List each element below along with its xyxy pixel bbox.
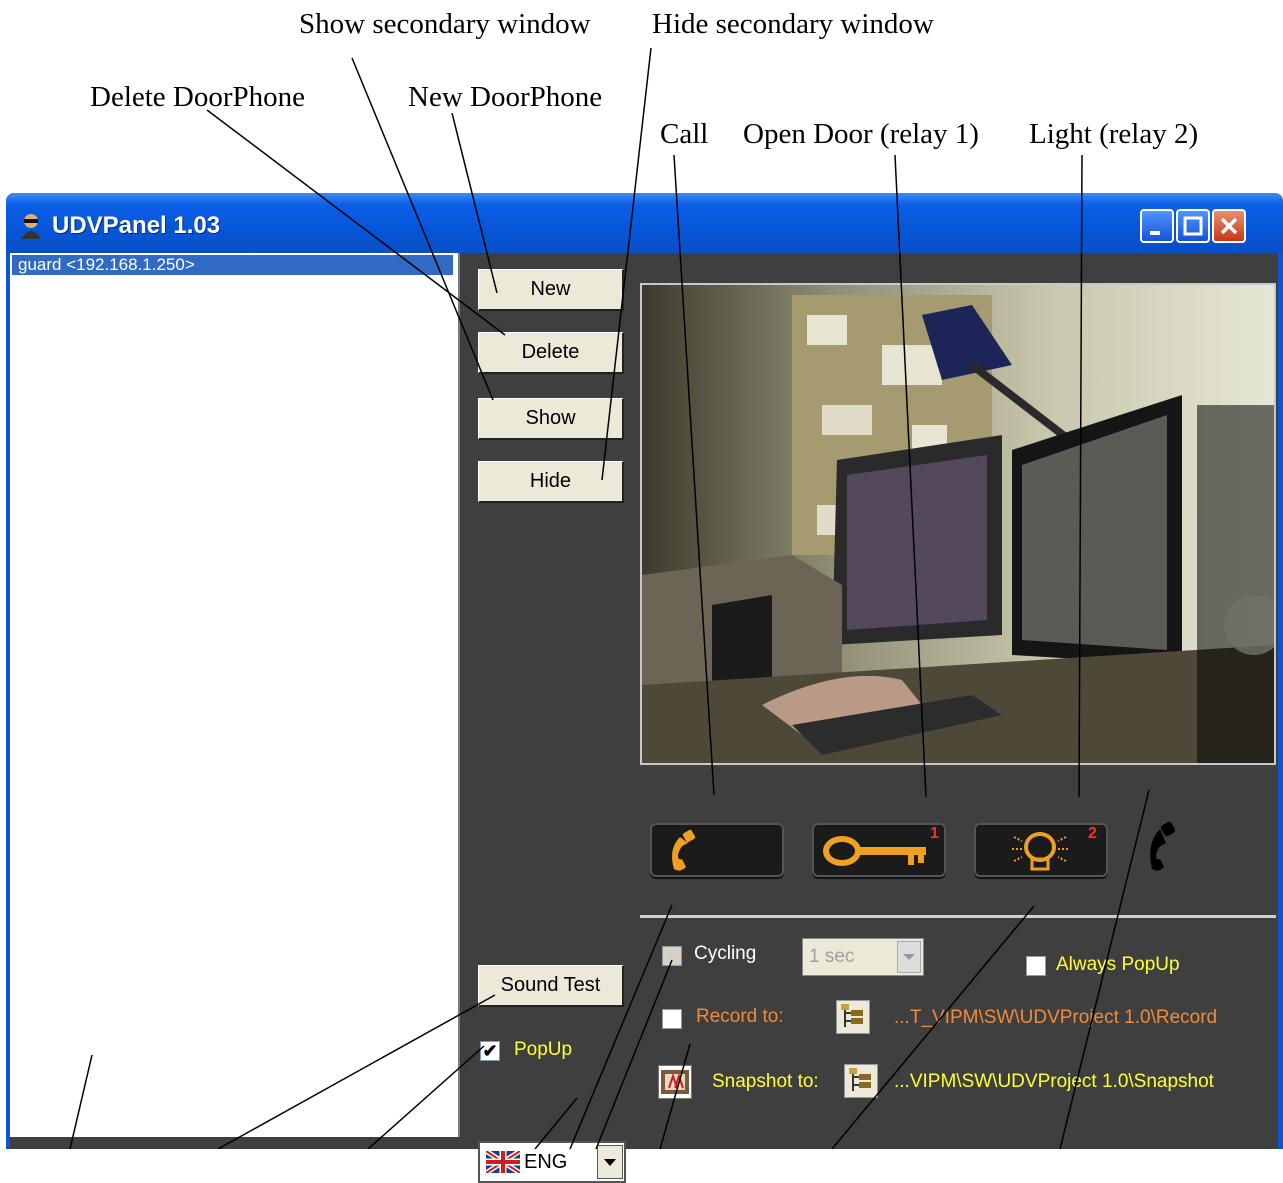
snapshot-folder-button[interactable] (844, 1064, 878, 1098)
hangup-phone-icon[interactable] (1136, 819, 1186, 879)
close-icon (1220, 217, 1238, 235)
language-select[interactable]: ENG (478, 1141, 626, 1183)
light-button[interactable]: 2 (974, 823, 1108, 877)
window-title: UDVPanel 1.03 (52, 212, 221, 239)
callout-open-door: Open Door (relay 1) (743, 118, 979, 150)
hide-button[interactable]: Hide (478, 461, 624, 503)
chevron-down-icon (604, 1159, 616, 1166)
minimize-icon (1150, 231, 1160, 235)
language-value: ENG (524, 1151, 568, 1173)
cycling-label: Cycling (694, 943, 757, 964)
record-folder-button[interactable] (836, 1000, 870, 1034)
callout-show-secondary: Show secondary window (299, 8, 591, 40)
cycling-checkbox[interactable] (662, 946, 682, 966)
panel-separator (640, 915, 1276, 918)
sound-test-button[interactable]: Sound Test (478, 965, 624, 1007)
chevron-down-icon (903, 954, 915, 960)
film-icon (661, 1070, 689, 1094)
record-path: ...T_VIPM\SW\UDVProject 1.0\Record (894, 1007, 1218, 1028)
popup-label: PopUp (514, 1039, 573, 1060)
app-window: UDVPanel 1.03 guard <192.168.1.250> New … (6, 193, 1283, 1183)
snapshot-button[interactable] (658, 1065, 692, 1099)
folder-tree-icon (841, 1004, 863, 1027)
record-label: Record to: (696, 1006, 784, 1027)
camera-video (640, 283, 1276, 765)
maximize-button[interactable] (1176, 209, 1210, 243)
always-popup-checkbox[interactable] (1026, 956, 1046, 976)
minimize-button[interactable] (1140, 209, 1174, 243)
client-area: guard <192.168.1.250> New Delete Show Hi… (10, 253, 1278, 1183)
uk-flag-icon (486, 1151, 520, 1173)
key-icon (823, 836, 926, 866)
callout-new-doorphone: New DoorPhone (408, 81, 603, 113)
cycling-interval-dropdown[interactable] (897, 941, 921, 973)
list-item[interactable]: guard <192.168.1.250> (12, 255, 453, 275)
snapshot-path: ...VIPM\SW\UDVProject 1.0\Snapshot (894, 1071, 1214, 1092)
delete-button[interactable]: Delete (478, 332, 624, 374)
popup-checkbox[interactable]: ✔ (480, 1041, 500, 1061)
callout-delete-doorphone: Delete DoorPhone (90, 81, 306, 113)
callout-light: Light (relay 2) (1029, 118, 1199, 150)
cycling-interval-value: 1 sec (809, 946, 855, 967)
camera-image (642, 285, 1274, 763)
cycling-interval-select[interactable]: 1 sec (802, 938, 924, 976)
doorphone-list[interactable]: guard <192.168.1.250> (10, 253, 460, 1137)
show-button[interactable]: Show (478, 398, 624, 440)
folder-tree-icon (849, 1068, 871, 1091)
title-bar[interactable]: UDVPanel 1.03 (6, 193, 1283, 253)
callout-call: Call (660, 118, 709, 150)
always-popup-label: Always PopUp (1056, 954, 1180, 975)
close-button[interactable] (1212, 209, 1246, 243)
snapshot-label: Snapshot to: (712, 1071, 819, 1092)
relay-2-badge: 2 (1088, 825, 1097, 842)
new-button[interactable]: New (478, 269, 624, 311)
app-icon (21, 214, 41, 239)
callout-hide-secondary: Hide secondary window (652, 8, 934, 40)
record-checkbox[interactable] (662, 1009, 682, 1029)
open-door-button[interactable]: 1 (812, 823, 946, 877)
call-button[interactable] (650, 823, 784, 877)
relay-1-badge: 1 (930, 825, 939, 842)
maximize-icon (1183, 216, 1203, 236)
language-dropdown-button[interactable] (597, 1145, 623, 1179)
phone-icon (672, 829, 696, 871)
